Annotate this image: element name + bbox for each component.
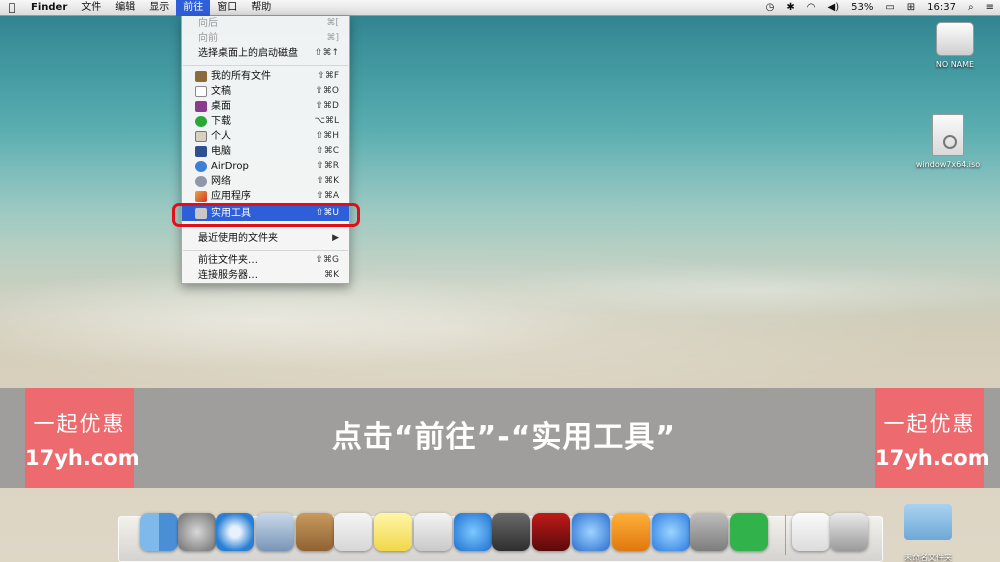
highlight-ring (172, 203, 360, 227)
airdrop-icon (195, 161, 207, 172)
go-back-item[interactable]: 向后 ⌘[ (182, 16, 349, 31)
document-stack-icon[interactable] (792, 513, 830, 551)
watermark-left: 一起优惠 17yh.com (25, 388, 140, 488)
messages-icon[interactable] (454, 513, 492, 551)
desktop-icon (195, 101, 207, 112)
spotlight-icon[interactable]: ⌕ (962, 2, 980, 13)
menu-window[interactable]: 窗口 (210, 0, 244, 16)
recent-folders-item[interactable]: 最近使用的文件夹 ▶ (182, 231, 349, 246)
watermark-right: 一起优惠 17yh.com (875, 388, 990, 488)
trash-icon[interactable] (830, 513, 868, 551)
home-icon (195, 131, 207, 142)
downloads-item[interactable]: 下载 ⌥⌘L (182, 114, 349, 129)
battery-indicator[interactable]: 53% (845, 2, 879, 13)
instruction-caption: 点击“前往”-“实用工具” (331, 420, 677, 455)
photo-booth-icon[interactable] (532, 513, 570, 551)
battery-icon[interactable]: ▭ (879, 2, 900, 13)
menu-help[interactable]: 帮助 (244, 0, 278, 16)
menu-view[interactable]: 显示 (142, 0, 176, 16)
desktop-iso-icon[interactable]: window7x64.iso (906, 114, 990, 169)
desktop-item[interactable]: 桌面 ⇧⌘D (182, 99, 349, 114)
menu-go[interactable]: 前往 (176, 0, 211, 16)
all-files-icon (195, 71, 207, 82)
connect-server-item[interactable]: 连接服务器… ⌘K (182, 268, 349, 283)
documents-item[interactable]: 文稿 ⇧⌘O (182, 84, 349, 99)
go-to-folder-item[interactable]: 前往文件夹… ⇧⌘G (182, 253, 349, 268)
go-forward-item[interactable]: 向前 ⌘] (182, 31, 349, 46)
notification-center-icon[interactable]: ≡ (980, 2, 1000, 13)
all-my-files-item[interactable]: 我的所有文件 ⇧⌘F (182, 69, 349, 84)
folder-icon[interactable] (904, 504, 952, 540)
disk-image-icon (932, 114, 964, 156)
menu-divider (183, 250, 348, 251)
applications-item[interactable]: 应用程序 ⇧⌘A (182, 189, 349, 204)
go-menu-dropdown: 向后 ⌘[ 向前 ⌘] 选择桌面上的启动磁盘 ⇧⌘↑ 我的所有文件 ⇧⌘F 文稿… (181, 16, 350, 284)
iso-label: window7x64.iso (915, 160, 981, 169)
mail-icon[interactable] (256, 513, 294, 551)
drive-label: NO NAME (935, 60, 975, 69)
folder-label: 未命名文件夹 (904, 553, 952, 562)
desktop-drive-icon[interactable]: NO NAME (920, 22, 990, 69)
documents-icon (195, 86, 207, 97)
downloads-icon (195, 116, 207, 127)
apple-menu-icon[interactable]:  (0, 1, 24, 14)
network-icon (195, 176, 207, 187)
menu-finder[interactable]: Finder (24, 0, 74, 16)
menu-file[interactable]: 文件 (74, 0, 108, 16)
computer-item[interactable]: 电脑 ⇧⌘C (182, 144, 349, 159)
ibooks-icon[interactable] (612, 513, 650, 551)
airdrop-item[interactable]: AirDrop ⇧⌘R (182, 159, 349, 174)
clock[interactable]: 16:37 (921, 2, 962, 13)
system-preferences-icon[interactable] (690, 513, 728, 551)
maps-icon[interactable] (414, 513, 452, 551)
facetime-icon[interactable] (492, 513, 530, 551)
startup-disk-item[interactable]: 选择桌面上的启动磁盘 ⇧⌘↑ (182, 46, 349, 61)
finder-icon[interactable] (140, 513, 178, 551)
time-machine-icon[interactable]: ◷ (760, 2, 781, 13)
menu-divider (183, 65, 348, 66)
submenu-arrow-icon: ▶ (332, 233, 339, 243)
dock-divider (785, 515, 786, 555)
menu-edit[interactable]: 编辑 (108, 0, 142, 16)
menu-bar:  Finder 文件 编辑 显示 前往 窗口 帮助 ◷ ✱ ◠ ◀) 53% … (0, 0, 1000, 16)
wifi-icon[interactable]: ◠ (801, 2, 822, 13)
calendar-icon[interactable] (334, 513, 372, 551)
notes-icon[interactable] (374, 513, 412, 551)
iqiyi-icon[interactable] (730, 513, 768, 551)
contacts-icon[interactable] (296, 513, 334, 551)
computer-icon (195, 146, 207, 157)
itunes-icon[interactable] (572, 513, 610, 551)
input-source-icon[interactable]: ⊞ (901, 2, 921, 13)
wallpaper-surf (0, 250, 1000, 370)
external-drive-icon (936, 22, 974, 56)
home-item[interactable]: 个人 ⇧⌘H (182, 129, 349, 144)
volume-icon[interactable]: ◀) (822, 2, 846, 13)
network-item[interactable]: 网络 ⇧⌘K (182, 174, 349, 189)
applications-icon (195, 191, 207, 202)
launchpad-icon[interactable] (178, 513, 216, 551)
bluetooth-icon[interactable]: ✱ (780, 2, 800, 13)
safari-icon[interactable] (216, 513, 254, 551)
app-store-icon[interactable] (652, 513, 690, 551)
